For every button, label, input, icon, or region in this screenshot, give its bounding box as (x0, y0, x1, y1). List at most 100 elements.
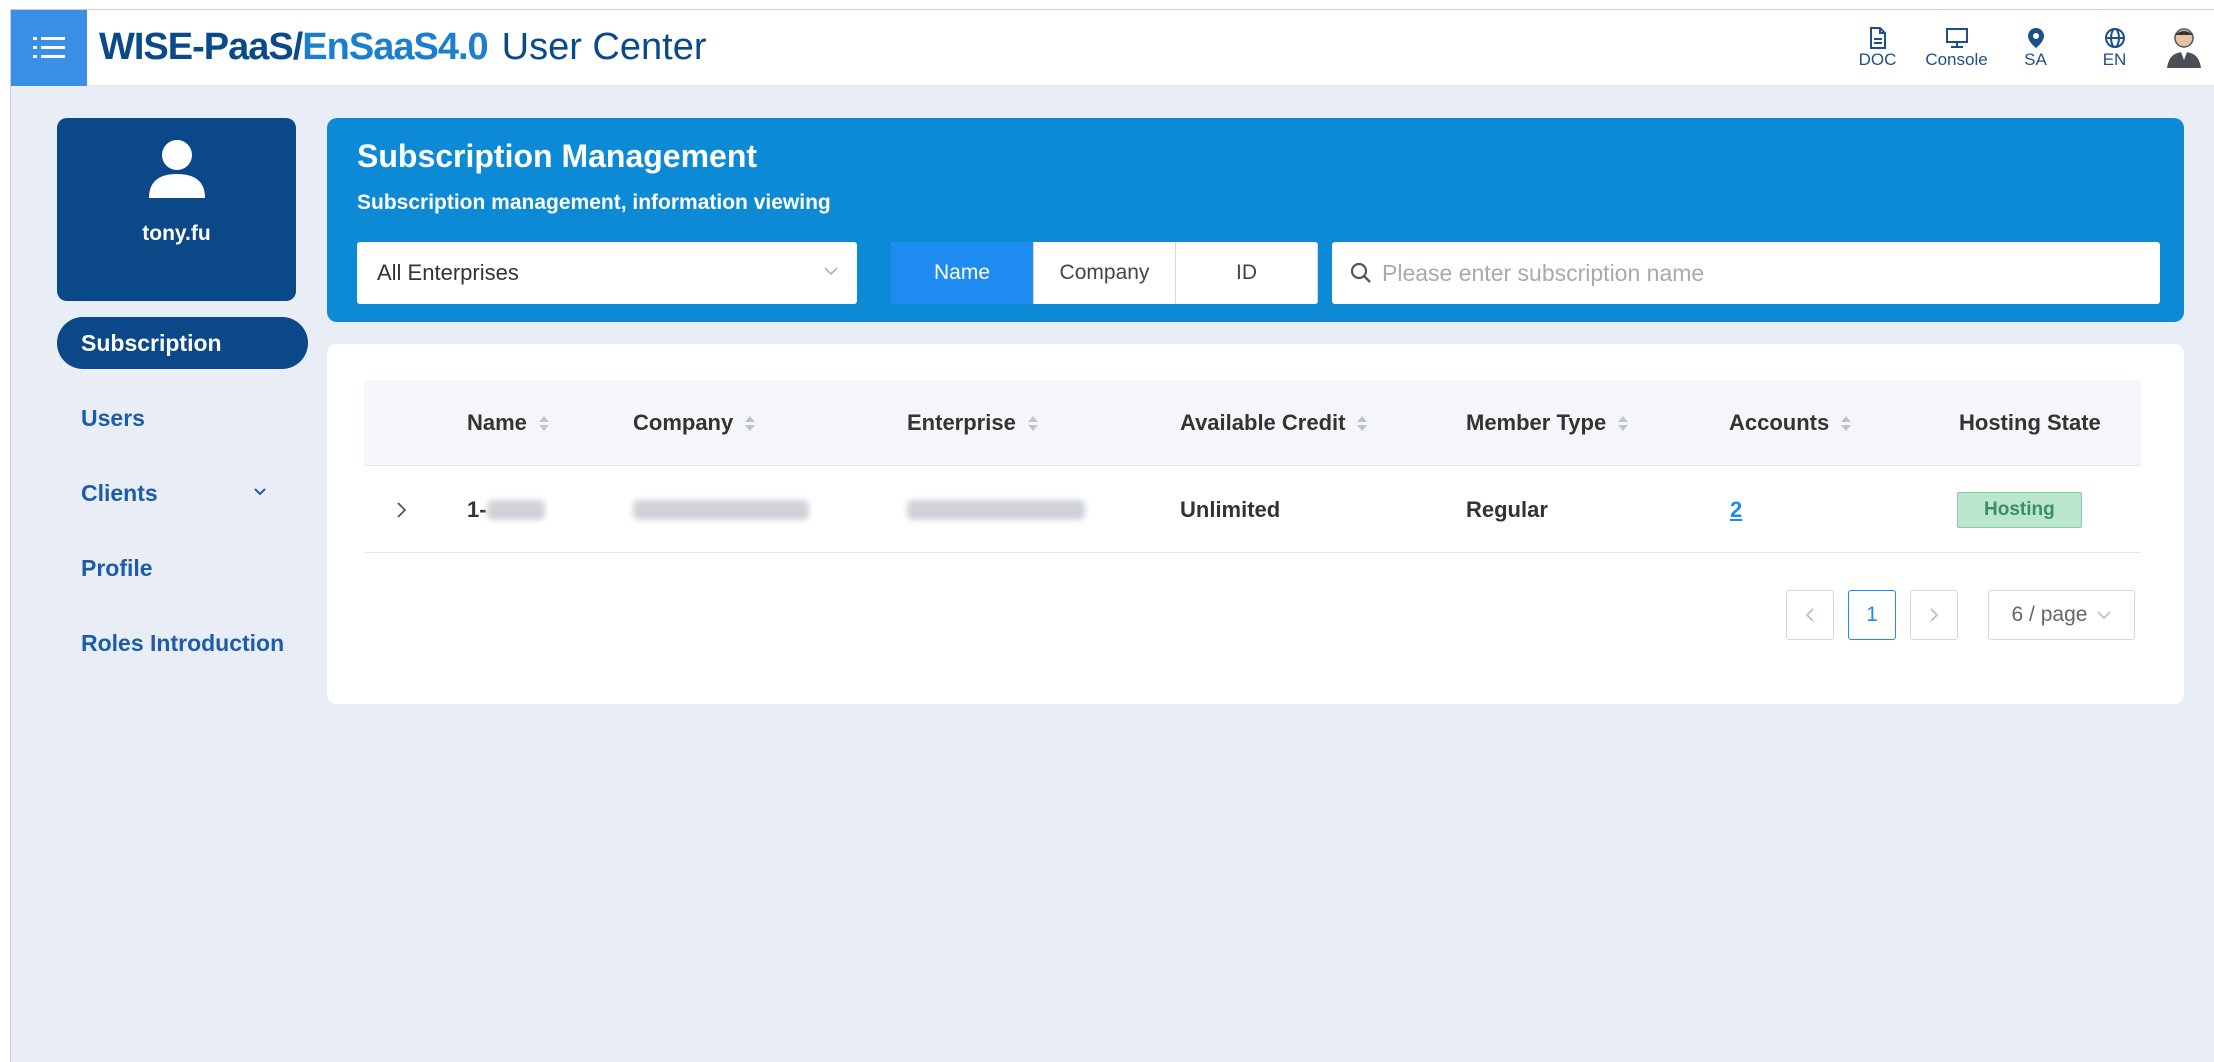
column-label: Company (633, 410, 734, 435)
chevron-down-icon (2097, 610, 2112, 619)
cell-company (633, 466, 809, 553)
expand-row-button[interactable] (396, 466, 408, 553)
sidebar-item-label: Profile (81, 554, 153, 581)
column-label: Available Credit (1180, 410, 1346, 435)
username: tony.fu (142, 222, 211, 245)
column-header-member-type[interactable]: Member Type (1466, 380, 1629, 466)
sidebar-item-users[interactable]: Users (57, 392, 307, 444)
console-label: Console (1925, 49, 1988, 69)
cell-hosting-state: Hosting (1957, 466, 2082, 553)
cell-name: 1- (467, 466, 545, 553)
page-title: Subscription Management (357, 138, 758, 174)
column-label: Enterprise (907, 410, 1016, 435)
sidebar-item-roles-introduction[interactable]: Roles Introduction (57, 617, 307, 669)
subscription-header-panel: Subscription Management Subscription man… (327, 118, 2184, 322)
chevron-left-icon (1805, 608, 1814, 622)
sa-button[interactable]: SA (1996, 10, 2075, 86)
column-label: Hosting State (1959, 410, 2101, 435)
language-label: EN (2102, 49, 2127, 69)
chevron-right-icon (1930, 608, 1939, 622)
sort-icon[interactable] (538, 415, 549, 431)
sidebar-item-subscription[interactable]: Subscription (57, 317, 308, 369)
language-button[interactable]: EN (2075, 10, 2154, 86)
column-label: Name (467, 410, 527, 435)
menu-toggle-button[interactable] (11, 9, 87, 86)
brand-wise-paas: WISE-PaaS/ (99, 26, 303, 68)
table-header: Name Company Enterprise Available Credit… (364, 380, 2141, 466)
sidebar-item-label: Users (81, 404, 145, 431)
avatar-icon (2167, 28, 2201, 68)
column-header-name[interactable]: Name (467, 380, 549, 466)
top-bar: WISE-PaaS/ EnSaaS4.0 User Center DOC Con… (11, 9, 2214, 86)
sa-label: SA (2024, 49, 2047, 69)
status-badge: Hosting (1957, 491, 2082, 528)
search-mode-selector: Name Company ID (891, 242, 1318, 304)
column-header-enterprise[interactable]: Enterprise (907, 380, 1038, 466)
sidebar-item-label: Clients (81, 479, 158, 506)
brand-ensaas: EnSaaS4.0 (302, 26, 488, 68)
chevron-right-icon (397, 501, 407, 518)
console-button[interactable]: Console (1917, 10, 1996, 86)
sort-icon[interactable] (1841, 415, 1852, 431)
prev-page-button[interactable] (1786, 590, 1834, 640)
enterprise-select-value: All Enterprises (377, 260, 519, 285)
sidebar-item-clients[interactable]: Clients (57, 467, 307, 519)
table-row[interactable]: 1- Unlimited Regular 2 Hosting (364, 466, 2141, 553)
user-avatar[interactable] (2154, 10, 2214, 86)
page-subtitle: Subscription management, information vie… (357, 191, 831, 214)
next-page-button[interactable] (1910, 590, 1958, 640)
column-label: Accounts (1729, 410, 1830, 435)
sort-icon[interactable] (1618, 415, 1629, 431)
subscription-table-panel: Name Company Enterprise Available Credit… (327, 344, 2184, 704)
cell-enterprise (907, 466, 1085, 553)
doc-button[interactable]: DOC (1838, 10, 1917, 86)
sort-icon[interactable] (745, 415, 756, 431)
cell-member-type: Regular (1466, 496, 1548, 522)
globe-icon (2104, 27, 2125, 48)
chevron-down-icon (824, 267, 838, 276)
search-mode-id[interactable]: ID (1176, 242, 1318, 304)
sidebar-item-label: Subscription (81, 329, 222, 356)
accounts-link[interactable]: 2 (1730, 497, 1742, 523)
search-box (1332, 242, 2160, 304)
profile-card: tony.fu (57, 118, 296, 301)
chevron-down-icon (254, 488, 266, 496)
column-label: Member Type (1466, 410, 1607, 435)
sort-icon[interactable] (1357, 415, 1368, 431)
sidebar-nav: Subscription Users Clients Profile Roles… (57, 317, 308, 692)
column-header-available-credit[interactable]: Available Credit (1180, 380, 1368, 466)
user-icon (148, 140, 205, 198)
column-header-hosting-state: Hosting State (1959, 380, 2101, 466)
location-pin-icon (2027, 27, 2044, 48)
column-header-accounts[interactable]: Accounts (1729, 380, 1852, 466)
search-mode-label: Company (1059, 261, 1150, 284)
redacted-enterprise (907, 499, 1085, 520)
monitor-icon (1945, 27, 1968, 48)
top-actions: DOC Console SA EN (1838, 10, 2214, 86)
list-menu-icon (33, 36, 65, 58)
page-size-select[interactable]: 6 / page (1988, 590, 2135, 640)
cell-available-credit: Unlimited (1180, 496, 1281, 522)
redacted-company (633, 499, 809, 520)
search-mode-label: ID (1236, 261, 1257, 284)
search-input[interactable] (1382, 259, 2142, 287)
doc-label: DOC (1858, 49, 1897, 69)
name-prefix: 1- (467, 496, 487, 522)
page-size-label: 6 / page (2011, 603, 2088, 626)
column-header-company[interactable]: Company (633, 380, 756, 466)
app-frame: WISE-PaaS/ EnSaaS4.0 User Center DOC Con… (10, 9, 2214, 1062)
sidebar-item-profile[interactable]: Profile (57, 542, 307, 594)
enterprise-select[interactable]: All Enterprises (357, 242, 857, 304)
page-number-button[interactable]: 1 (1848, 590, 1896, 640)
pagination: 1 6 / page (1772, 590, 2135, 640)
search-mode-name[interactable]: Name (891, 242, 1034, 304)
search-mode-company[interactable]: Company (1034, 242, 1176, 304)
redacted-name (486, 499, 545, 520)
app-brand: WISE-PaaS/ EnSaaS4.0 User Center (99, 26, 706, 69)
document-icon (1869, 26, 1886, 49)
app-title: User Center (501, 26, 707, 68)
sidebar-item-label: Roles Introduction (81, 629, 285, 656)
sort-icon[interactable] (1027, 415, 1038, 431)
cell-accounts: 2 (1730, 466, 1742, 553)
search-icon (1350, 262, 1371, 283)
